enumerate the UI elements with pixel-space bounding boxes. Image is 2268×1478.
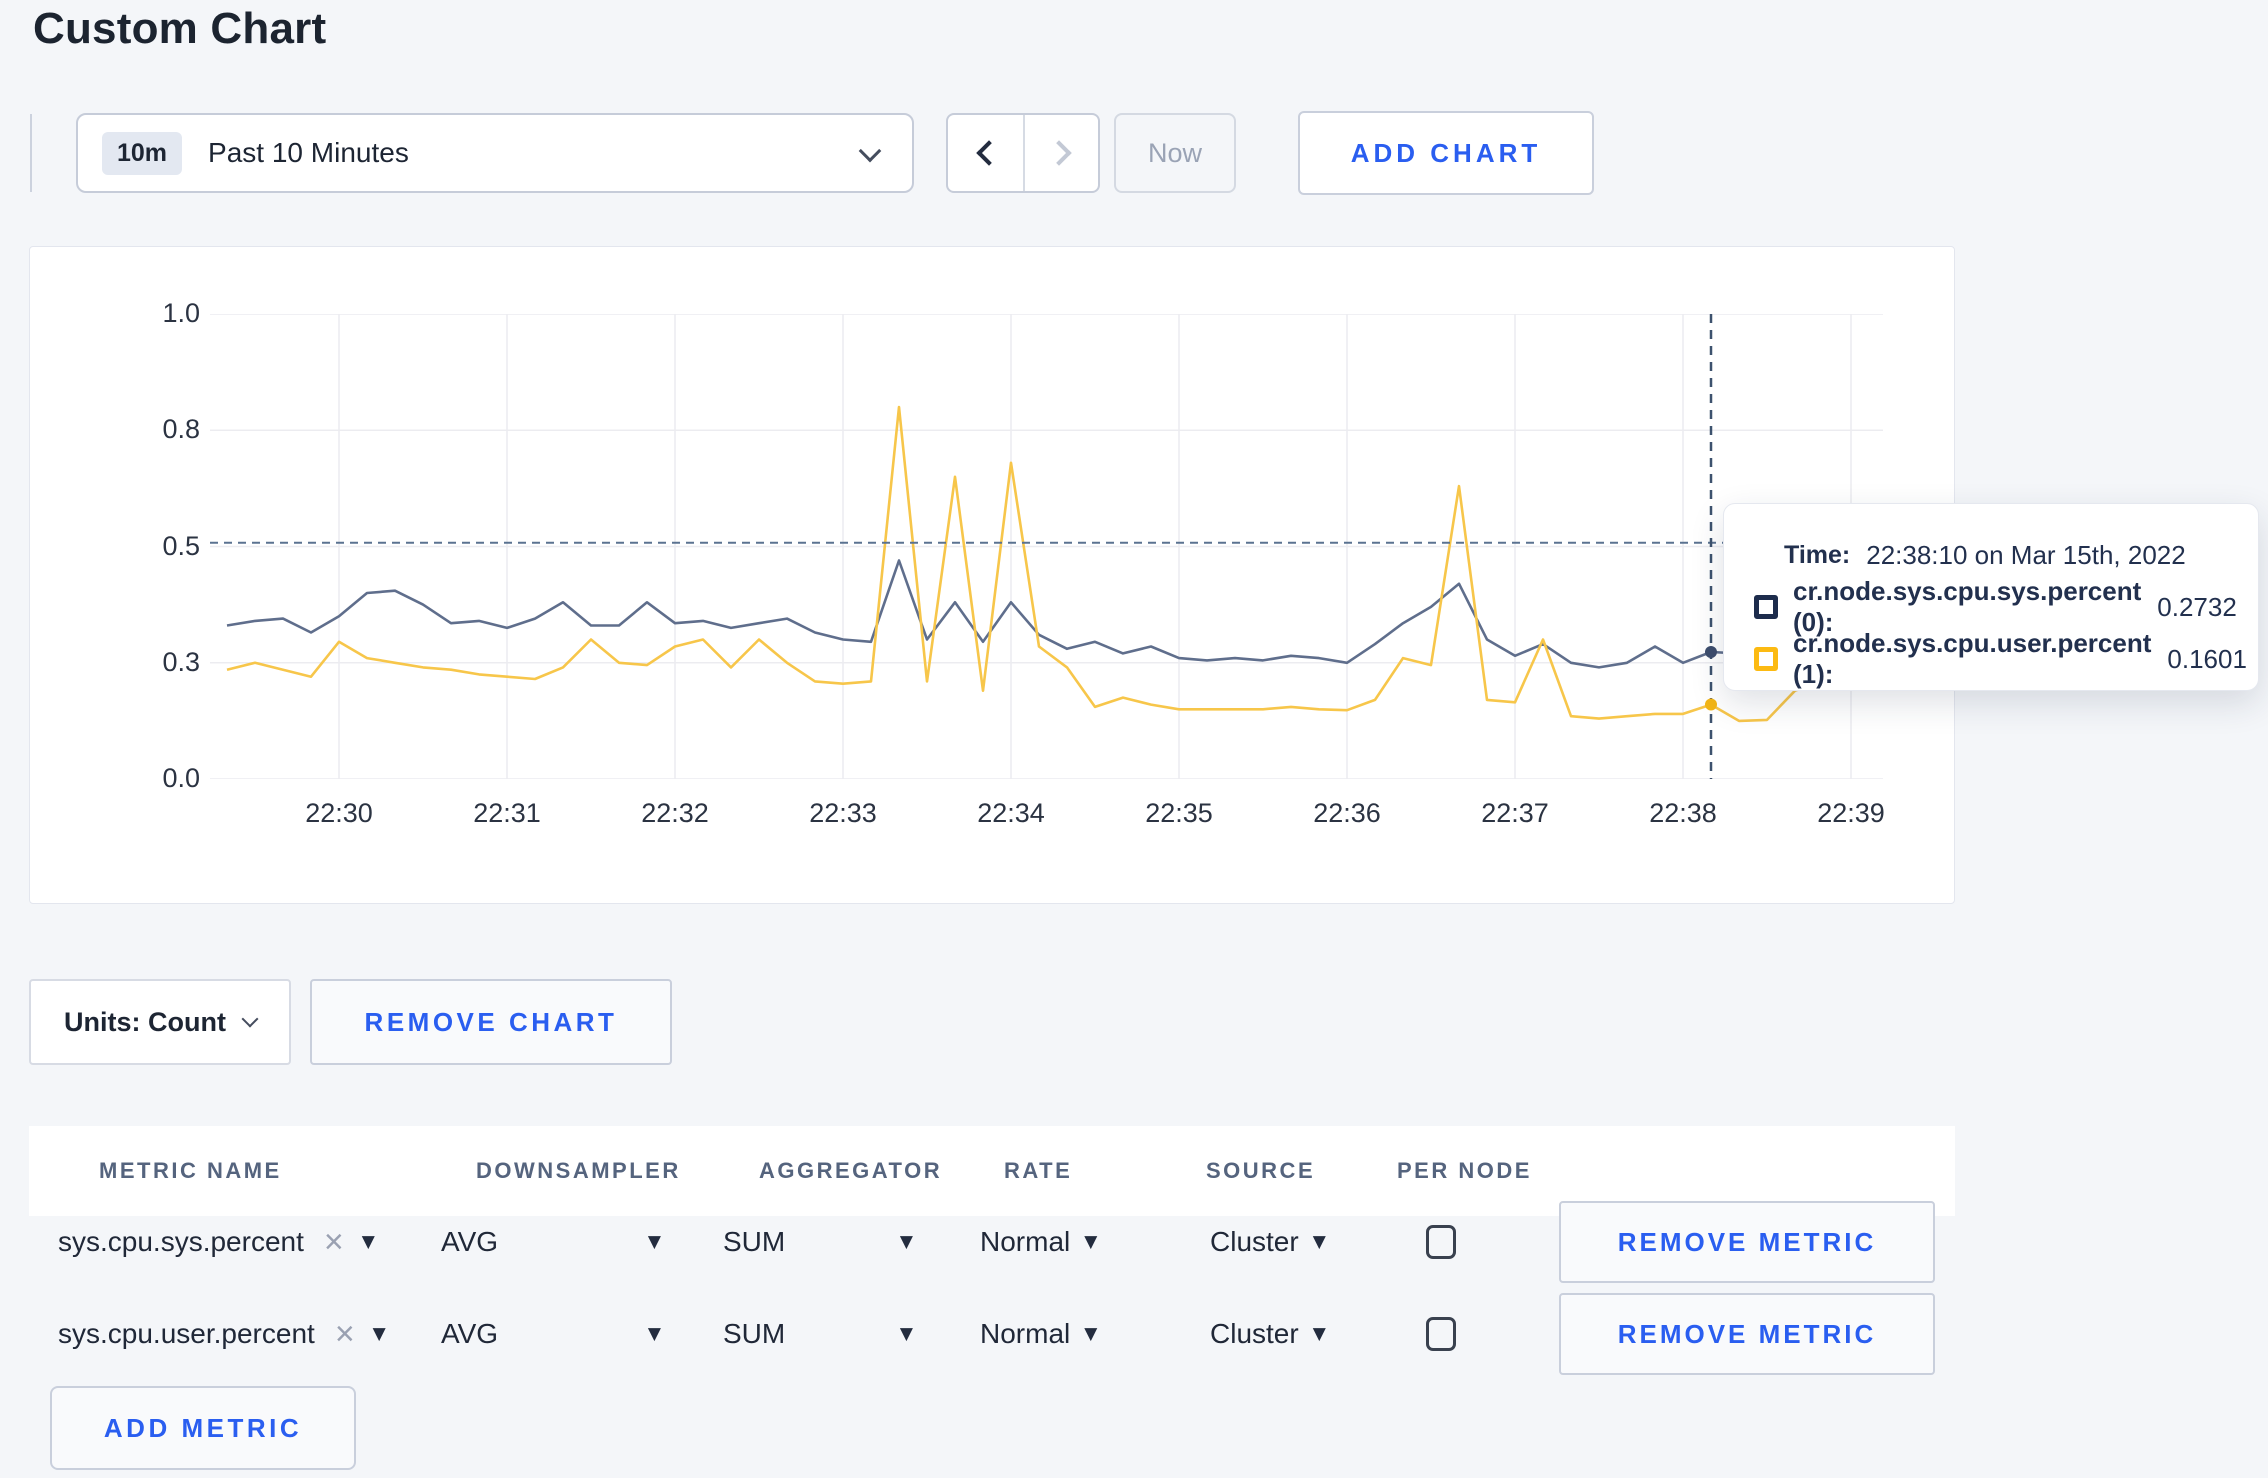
tooltip-time-label: Time: xyxy=(1784,540,1851,569)
sys-hover-dot xyxy=(1705,645,1717,658)
per-node-cell xyxy=(1426,1292,1456,1376)
aggregator-dropdown[interactable]: SUM ▼ xyxy=(723,1200,913,1284)
caret-down-icon: ▼ xyxy=(899,1232,913,1252)
downsampler-value: AVG xyxy=(441,1226,499,1257)
caret-down-icon: ▼ xyxy=(1312,1232,1326,1252)
sys-percent-line xyxy=(226,559,1880,669)
rate-dropdown[interactable]: Normal ▼ xyxy=(980,1292,1097,1376)
x-axis-label: 22:31 xyxy=(473,798,541,828)
time-range-dropdown[interactable]: 10m Past 10 Minutes xyxy=(76,113,914,193)
caret-down-icon: ▼ xyxy=(647,1324,661,1344)
header-per-node: PER NODE xyxy=(1397,1158,1532,1183)
x-axis-label: 22:30 xyxy=(305,798,373,828)
remove-metric-label: REMOVE METRIC xyxy=(1617,1226,1877,1257)
user-percent-line xyxy=(226,405,1880,723)
caret-down-icon: ▼ xyxy=(1312,1324,1326,1344)
now-button-label: Now xyxy=(1147,137,1202,168)
metric-name-value: sys.cpu.sys.percent xyxy=(58,1226,304,1257)
header-source: SOURCE xyxy=(1206,1158,1316,1183)
rate-value: Normal xyxy=(980,1226,1071,1257)
caret-down-icon: ▼ xyxy=(361,1232,375,1252)
downsampler-dropdown[interactable]: AVG ▼ xyxy=(441,1200,661,1284)
y-axis-label: 0.0 xyxy=(162,763,200,793)
remove-metric-button[interactable]: REMOVE METRIC xyxy=(1559,1293,1935,1375)
x-axis-label: 22:35 xyxy=(1145,798,1213,828)
now-button[interactable]: Now xyxy=(1114,113,1236,193)
remove-chart-button[interactable]: REMOVE CHART xyxy=(310,979,672,1065)
x-axis-label: 22:37 xyxy=(1481,798,1549,828)
x-axis-label: 22:32 xyxy=(641,798,709,828)
y-axis-label: 0.5 xyxy=(162,530,200,561)
caret-down-icon: ▼ xyxy=(372,1324,386,1344)
tooltip-time-value: 22:38:10 on Mar 15th, 2022 xyxy=(1866,539,2186,570)
add-chart-button[interactable]: ADD CHART xyxy=(1298,111,1594,195)
next-time-button[interactable] xyxy=(1023,115,1098,191)
time-range-badge: 10m xyxy=(102,131,183,175)
header-aggregator: AGGREGATOR xyxy=(759,1158,943,1183)
sys-series-swatch-icon xyxy=(1754,595,1778,619)
tooltip-user-value: 0.1601 xyxy=(2167,643,2247,674)
prev-time-button[interactable] xyxy=(948,115,1023,191)
chevron-right-icon xyxy=(1045,140,1072,166)
add-metric-button[interactable]: ADD METRIC xyxy=(50,1386,356,1470)
user-hover-dot xyxy=(1705,698,1717,711)
units-dropdown[interactable]: Units: Count xyxy=(29,979,291,1065)
x-axis-label: 22:38 xyxy=(1649,798,1717,828)
units-dropdown-label: Units: Count xyxy=(64,1006,226,1037)
remove-metric-label: REMOVE METRIC xyxy=(1617,1318,1877,1349)
tooltip-sys-value: 0.2732 xyxy=(2157,591,2237,622)
metric-name-select[interactable]: sys.cpu.sys.percent × ▼ xyxy=(58,1200,375,1284)
x-axis-label: 22:34 xyxy=(977,798,1045,828)
chart-svg[interactable] xyxy=(210,314,1883,779)
table-row: sys.cpu.sys.percent × ▼ AVG ▼ SUM ▼ Norm… xyxy=(0,1200,2268,1284)
header-metric-name: METRIC NAME xyxy=(99,1158,282,1183)
clear-metric-icon[interactable]: × xyxy=(324,1225,344,1259)
toolbar-divider xyxy=(30,114,32,192)
caret-down-icon: ▼ xyxy=(1084,1324,1098,1344)
remove-metric-button[interactable]: REMOVE METRIC xyxy=(1559,1201,1935,1283)
rate-dropdown[interactable]: Normal ▼ xyxy=(980,1200,1097,1284)
per-node-checkbox[interactable] xyxy=(1426,1225,1456,1259)
tooltip-user-label: cr.node.sys.cpu.user.percent (1): xyxy=(1793,628,2152,689)
page-title: Custom Chart xyxy=(33,4,327,53)
x-axis-label: 22:39 xyxy=(1817,798,1885,828)
per-node-checkbox[interactable] xyxy=(1426,1317,1456,1351)
aggregator-value: SUM xyxy=(723,1318,786,1349)
clear-metric-icon[interactable]: × xyxy=(335,1317,355,1351)
header-rate: RATE xyxy=(1004,1158,1073,1183)
add-metric-label: ADD METRIC xyxy=(103,1412,303,1443)
y-axis-label: 0.8 xyxy=(162,414,200,445)
downsampler-value: AVG xyxy=(441,1318,499,1349)
chevron-down-icon xyxy=(241,1010,259,1028)
source-value: Cluster xyxy=(1210,1318,1299,1349)
chart-tooltip: Time: 22:38:10 on Mar 15th, 2022 cr.node… xyxy=(1723,503,2259,691)
y-axis-label: 1.0 xyxy=(162,298,200,328)
header-downsampler: DOWNSAMPLER xyxy=(476,1158,681,1183)
time-range-label: Past 10 Minutes xyxy=(208,137,409,168)
y-axis-label: 0.3 xyxy=(162,646,200,677)
per-node-cell xyxy=(1426,1200,1456,1284)
custom-chart-page: Custom Chart 10m Past 10 Minutes Now ADD… xyxy=(0,0,2268,1478)
x-axis-label: 22:33 xyxy=(809,798,877,828)
source-value: Cluster xyxy=(1210,1226,1299,1257)
source-dropdown[interactable]: Cluster ▼ xyxy=(1210,1292,1326,1376)
downsampler-dropdown[interactable]: AVG ▼ xyxy=(441,1292,661,1376)
aggregator-value: SUM xyxy=(723,1226,786,1257)
metric-name-value: sys.cpu.user.percent xyxy=(58,1318,315,1349)
rate-value: Normal xyxy=(980,1318,1071,1349)
remove-chart-label: REMOVE CHART xyxy=(364,1006,618,1037)
source-dropdown[interactable]: Cluster ▼ xyxy=(1210,1200,1326,1284)
time-nav-group xyxy=(946,113,1100,193)
x-axis-label: 22:36 xyxy=(1313,798,1381,828)
metric-name-select[interactable]: sys.cpu.user.percent × ▼ xyxy=(58,1292,386,1376)
chevron-down-icon xyxy=(858,139,882,163)
aggregator-dropdown[interactable]: SUM ▼ xyxy=(723,1292,913,1376)
user-series-swatch-icon xyxy=(1754,647,1778,671)
caret-down-icon: ▼ xyxy=(899,1324,913,1344)
add-chart-label: ADD CHART xyxy=(1350,137,1542,168)
caret-down-icon: ▼ xyxy=(1084,1232,1098,1252)
table-row: sys.cpu.user.percent × ▼ AVG ▼ SUM ▼ Nor… xyxy=(0,1292,2268,1376)
chevron-left-icon xyxy=(975,140,1002,166)
caret-down-icon: ▼ xyxy=(647,1232,661,1252)
